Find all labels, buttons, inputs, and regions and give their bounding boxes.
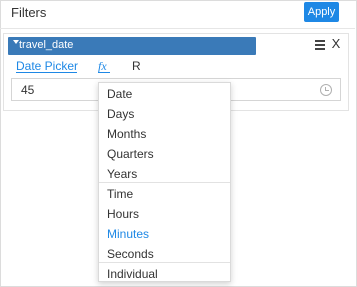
tab-r[interactable]: R [132, 59, 141, 73]
clock-icon[interactable] [320, 84, 332, 96]
menu-item-seconds[interactable]: Seconds [107, 247, 154, 261]
header-divider [0, 28, 355, 29]
close-icon[interactable]: X [330, 37, 342, 51]
menu-item-days[interactable]: Days [107, 107, 134, 121]
tab-date-picker[interactable]: Date Picker [16, 59, 78, 73]
menu-item-years[interactable]: Years [107, 167, 137, 181]
menu-item-time[interactable]: Time [107, 187, 133, 201]
field-header-bar[interactable]: travel_date [8, 37, 256, 55]
menu-item-date[interactable]: Date [107, 87, 132, 101]
filters-header: Filters Apply [0, 0, 355, 28]
field-name: travel_date [19, 39, 74, 51]
menu-item-hours[interactable]: Hours [107, 207, 139, 221]
unit-dropdown-menu: Date Days Months Quarters Years Time Hou… [98, 82, 231, 282]
list-icon[interactable] [315, 40, 325, 50]
menu-item-individual[interactable]: Individual [107, 267, 158, 281]
menu-item-months[interactable]: Months [107, 127, 146, 141]
menu-divider [99, 182, 230, 183]
tab-date-picker-underline [16, 72, 77, 73]
date-value-text: 45 [21, 83, 35, 97]
panel-title: Filters [11, 5, 47, 20]
tab-fx-underline [98, 72, 110, 73]
menu-item-minutes[interactable]: Minutes [107, 227, 149, 241]
apply-button[interactable]: Apply [304, 2, 339, 22]
menu-item-quarters[interactable]: Quarters [107, 147, 154, 161]
menu-divider [99, 262, 230, 263]
